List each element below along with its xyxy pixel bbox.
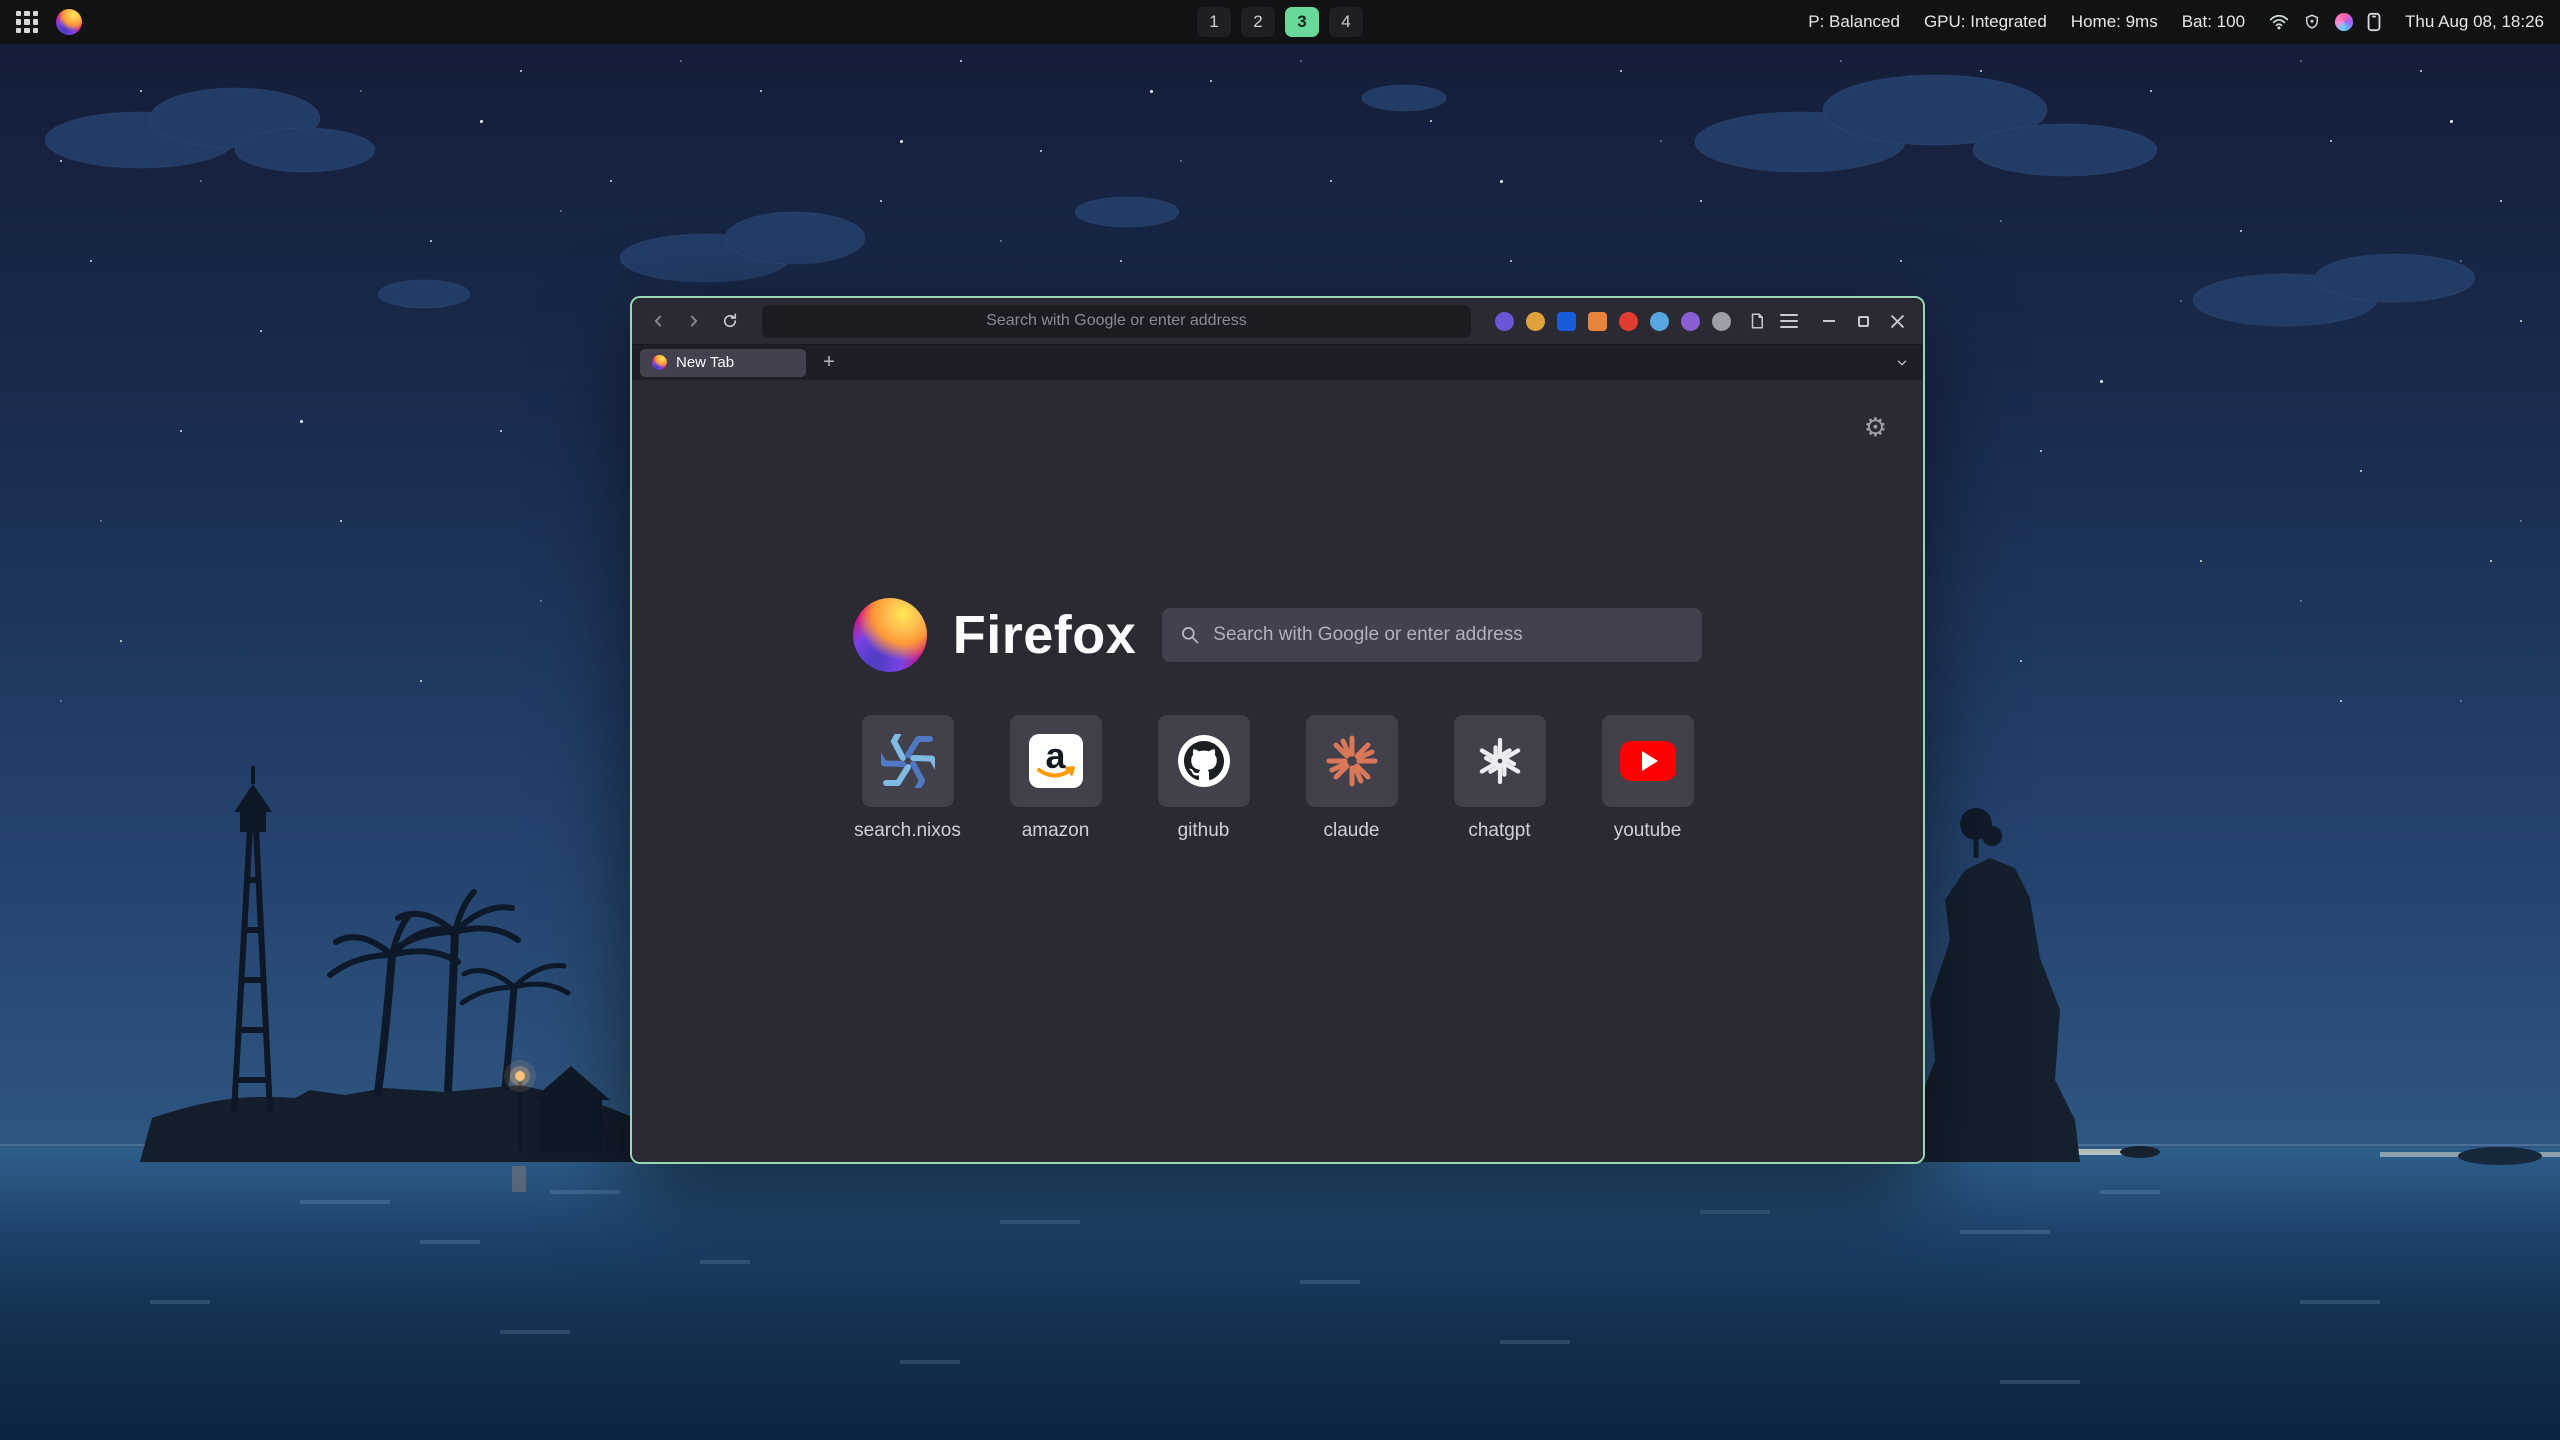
firefox-wordmark: Firefox (953, 604, 1137, 666)
newtab-hero: Firefox (632, 598, 1923, 672)
reload-button[interactable] (714, 305, 746, 337)
cliff-silhouette (1915, 808, 2542, 1165)
tab-title: New Tab (676, 354, 734, 371)
amazon-icon: a (1029, 734, 1083, 788)
extension-icon-8[interactable] (1712, 312, 1731, 331)
shield-icon[interactable] (2303, 12, 2321, 32)
workspace-switcher: 1 2 3 4 (1197, 0, 1363, 44)
desktop: 1 2 3 4 P: Balanced GPU: Integrated Home… (0, 0, 2560, 1440)
nixos-icon (881, 734, 935, 788)
workspace-1[interactable]: 1 (1197, 7, 1231, 37)
color-profile-icon[interactable] (2335, 13, 2353, 31)
minimize-button[interactable] (1821, 313, 1837, 329)
browser-toolbar (632, 298, 1923, 344)
device-battery-icon[interactable] (2367, 12, 2381, 32)
gpu-status: GPU: Integrated (1924, 12, 2047, 32)
clock[interactable]: Thu Aug 08, 18:26 (2405, 12, 2544, 32)
url-bar[interactable] (762, 305, 1471, 338)
claude-icon (1325, 734, 1379, 788)
close-button[interactable] (1889, 313, 1905, 329)
shortcut-chatgpt[interactable]: chatgpt (1452, 715, 1548, 842)
newtab-page: ⚙ Firefox (632, 380, 1923, 1162)
firefox-favicon-icon (652, 355, 667, 370)
extension-icon-1[interactable] (1495, 312, 1514, 331)
personalize-gear-icon[interactable]: ⚙ (1864, 414, 1887, 440)
extension-toolbar (1495, 312, 1731, 331)
shortcut-claude[interactable]: claude (1304, 715, 1400, 842)
forward-button[interactable] (678, 305, 710, 337)
extension-icon-2[interactable] (1526, 312, 1545, 331)
shortcut-amazon[interactable]: a amazon (1008, 715, 1104, 842)
firefox-window: New Tab + ⚙ Firefox (630, 296, 1925, 1164)
menu-hamburger-icon[interactable] (1775, 307, 1803, 335)
shortcut-search-nixos[interactable]: search.nixos (860, 715, 956, 842)
clouds (45, 75, 2475, 326)
firefox-launcher-icon[interactable] (56, 9, 82, 35)
shortcut-github[interactable]: github (1156, 715, 1252, 842)
window-controls (1821, 313, 1905, 329)
extension-icon-7[interactable] (1681, 312, 1700, 331)
shortcut-tiles: search.nixos a amazon (632, 715, 1923, 842)
tab-strip: New Tab + (632, 344, 1923, 380)
back-button[interactable] (642, 305, 674, 337)
firefox-logo-icon (853, 598, 927, 672)
new-tab-button[interactable]: + (816, 350, 842, 376)
list-all-tabs-icon[interactable] (1889, 350, 1915, 376)
shortcut-youtube[interactable]: youtube (1600, 715, 1696, 842)
github-icon (1176, 733, 1232, 789)
island-silhouette (140, 766, 668, 1162)
top-status-bar: 1 2 3 4 P: Balanced GPU: Integrated Home… (0, 0, 2560, 44)
search-icon (1180, 625, 1200, 645)
newtab-search-input[interactable] (1213, 624, 1684, 646)
extension-icon-4[interactable] (1588, 312, 1607, 331)
extension-icon-6[interactable] (1650, 312, 1669, 331)
tab-new-tab[interactable]: New Tab (640, 349, 806, 377)
latency-status: Home: 9ms (2071, 12, 2158, 32)
maximize-button[interactable] (1855, 313, 1871, 329)
workspace-2[interactable]: 2 (1241, 7, 1275, 37)
wifi-icon[interactable] (2269, 12, 2289, 32)
youtube-icon (1620, 741, 1676, 781)
workspace-4[interactable]: 4 (1329, 7, 1363, 37)
page-actions-icon[interactable] (1743, 307, 1771, 335)
extension-icon-3[interactable] (1557, 312, 1576, 331)
power-profile-status: P: Balanced (1808, 12, 1900, 32)
newtab-search-bar[interactable] (1162, 608, 1702, 662)
chatgpt-icon (1473, 734, 1527, 788)
extension-icon-5[interactable] (1619, 312, 1638, 331)
battery-status: Bat: 100 (2182, 12, 2245, 32)
url-input[interactable] (774, 312, 1459, 330)
app-launcher-icon[interactable] (16, 11, 38, 33)
workspace-3-active[interactable]: 3 (1285, 7, 1319, 37)
